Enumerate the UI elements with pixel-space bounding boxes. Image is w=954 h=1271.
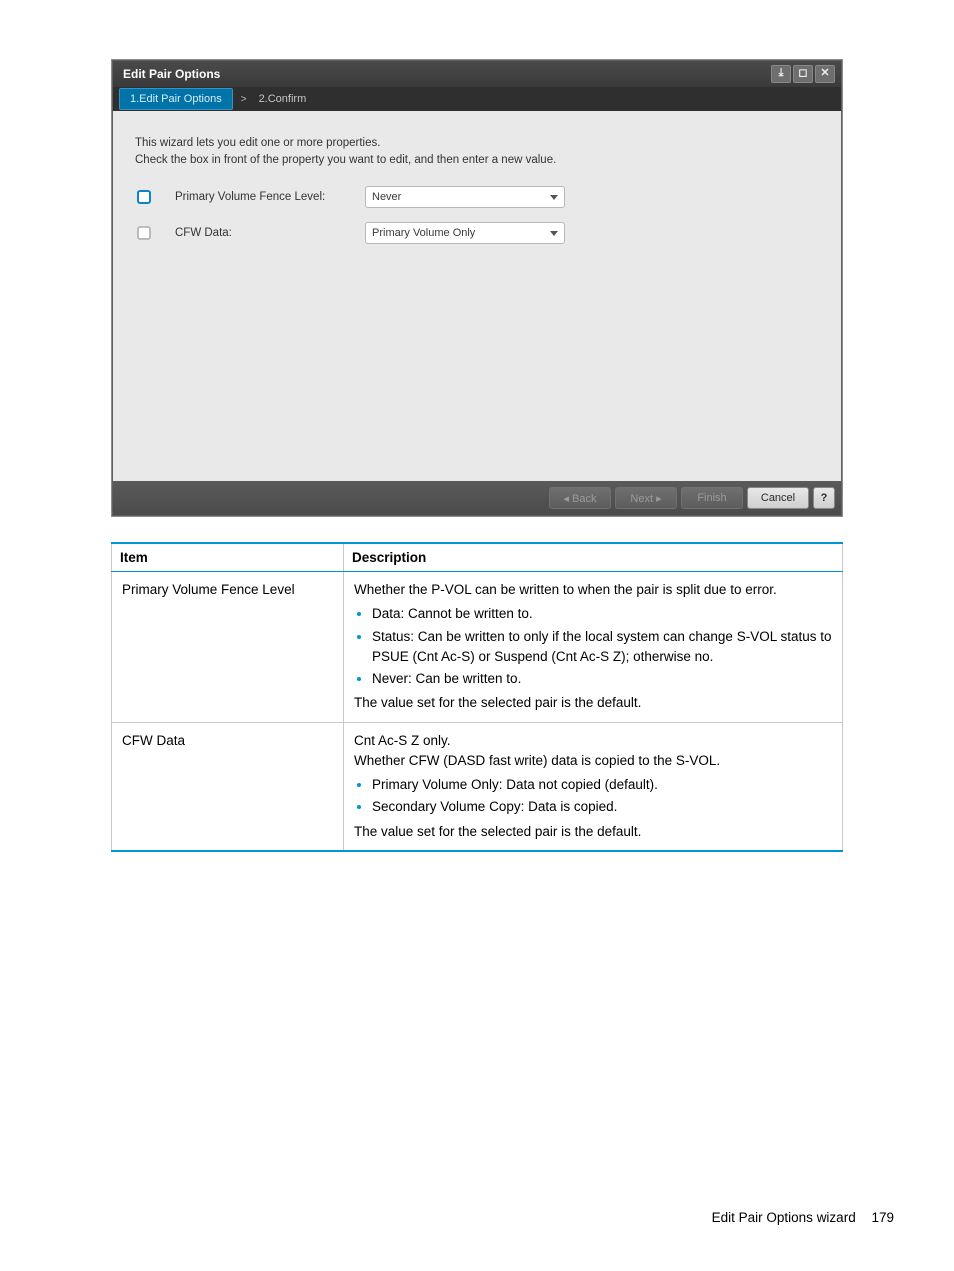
- table-row: CFW Data Cnt Ac-S Z only. Whether CFW (D…: [112, 722, 843, 851]
- table-row: Primary Volume Fence Level Whether the P…: [112, 572, 843, 723]
- checkbox-fence-level[interactable]: [137, 190, 151, 204]
- help-button[interactable]: ?: [813, 487, 835, 509]
- step-2-confirm: 2.Confirm: [255, 89, 311, 109]
- close-icon[interactable]: ✕: [815, 65, 835, 83]
- row-primary-volume-fence-level: Primary Volume Fence Level: Never: [135, 186, 819, 208]
- edit-pair-options-dialog: Edit Pair Options ⤓ ◻ ✕ 1.Edit Pair Opti…: [112, 60, 842, 516]
- select-fence-level[interactable]: Never: [365, 186, 565, 208]
- maximize-icon[interactable]: ◻: [793, 65, 813, 83]
- select-cfw-data-value: Primary Volume Only: [372, 227, 475, 239]
- dialog-title: Edit Pair Options: [123, 67, 771, 81]
- description-table: Item Description Primary Volume Fence Le…: [111, 542, 843, 852]
- chevron-down-icon: [550, 195, 558, 200]
- chevron-down-icon: [550, 231, 558, 236]
- dialog-titlebar: Edit Pair Options ⤓ ◻ ✕: [113, 61, 841, 87]
- next-button[interactable]: Next ▸: [615, 487, 677, 509]
- label-cfw-data: CFW Data:: [175, 227, 365, 239]
- intro-line-1: This wizard lets you edit one or more pr…: [135, 135, 819, 152]
- finish-button[interactable]: Finish: [681, 487, 743, 509]
- back-button[interactable]: ◂ Back: [549, 487, 611, 509]
- select-cfw-data[interactable]: Primary Volume Only: [365, 222, 565, 244]
- dialog-footer: ◂ Back Next ▸ Finish Cancel ?: [113, 481, 841, 515]
- row-cfw-data: CFW Data: Primary Volume Only: [135, 222, 819, 244]
- step-separator: >: [233, 94, 255, 105]
- header-item: Item: [112, 543, 344, 572]
- cell-item-cfw: CFW Data: [112, 722, 344, 851]
- checkbox-cfw-data[interactable]: [137, 226, 151, 240]
- window-controls: ⤓ ◻ ✕: [771, 65, 835, 83]
- header-description: Description: [344, 543, 843, 572]
- minimize-to-tray-icon[interactable]: ⤓: [771, 65, 791, 83]
- page-number: 179: [871, 1210, 894, 1225]
- intro-text: This wizard lets you edit one or more pr…: [135, 135, 819, 168]
- label-fence-level: Primary Volume Fence Level:: [175, 191, 365, 203]
- step-1-edit-pair-options[interactable]: 1.Edit Pair Options: [119, 88, 233, 110]
- cell-item-fence: Primary Volume Fence Level: [112, 572, 344, 723]
- dialog-body: This wizard lets you edit one or more pr…: [113, 111, 841, 481]
- cell-desc-fence: Whether the P-VOL can be written to when…: [344, 572, 843, 723]
- cell-desc-cfw: Cnt Ac-S Z only. Whether CFW (DASD fast …: [344, 722, 843, 851]
- intro-line-2: Check the box in front of the property y…: [135, 152, 819, 169]
- page-footer: Edit Pair Options wizard 179: [712, 1210, 894, 1225]
- page-footer-text: Edit Pair Options wizard: [712, 1210, 856, 1225]
- wizard-steps: 1.Edit Pair Options > 2.Confirm: [113, 87, 841, 111]
- cancel-button[interactable]: Cancel: [747, 487, 809, 509]
- select-fence-level-value: Never: [372, 191, 401, 203]
